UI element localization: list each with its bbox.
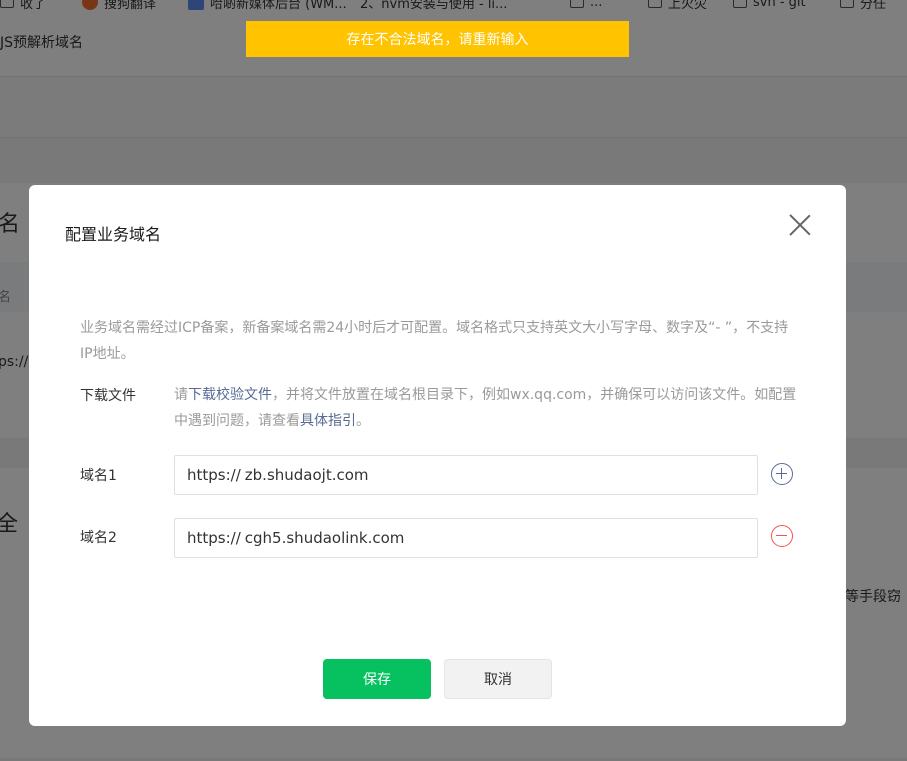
dialog-title: 配置业务域名 [65,225,162,244]
domain-2-input[interactable]: https:// cgh5.shudaolink.com [174,518,758,558]
domain-prefix: https:// [187,529,241,547]
domain-value: zb.shudaojt.com [244,466,369,484]
domain-1-input[interactable]: https:// zb.shudaojt.com [174,455,758,495]
add-domain-button[interactable] [771,463,793,485]
guide-link[interactable]: 具体指引 [300,413,356,429]
error-toast: 存在不合法域名，请重新输入 [246,21,629,57]
close-icon[interactable] [788,213,812,237]
save-button[interactable]: 保存 [323,659,431,699]
remove-domain-button[interactable] [771,525,793,547]
cancel-button[interactable]: 取消 [444,659,552,699]
configure-domain-dialog: 配置业务域名 业务域名需经过ICP备案，新备案域名需24小时后才可配置。域名格式… [29,185,846,726]
domain-prefix: https:// [187,466,241,484]
domain-2-label: 域名2 [80,530,117,546]
download-verify-file-link[interactable]: 下载校验文件 [188,387,272,403]
domain-1-label: 域名1 [80,468,117,484]
dialog-description: 业务域名需经过ICP备案，新备案域名需24小时后才可配置。域名格式只支持英文大小… [80,320,789,362]
toast-message: 存在不合法域名，请重新输入 [346,32,529,48]
download-instructions: 请下载校验文件，并将文件放置在域名根目录下，例如wx.qq.com，并确保可以访… [174,387,797,429]
domain-value: cgh5.shudaolink.com [244,529,405,547]
minus-icon [776,534,787,537]
download-file-label: 下载文件 [80,388,136,404]
